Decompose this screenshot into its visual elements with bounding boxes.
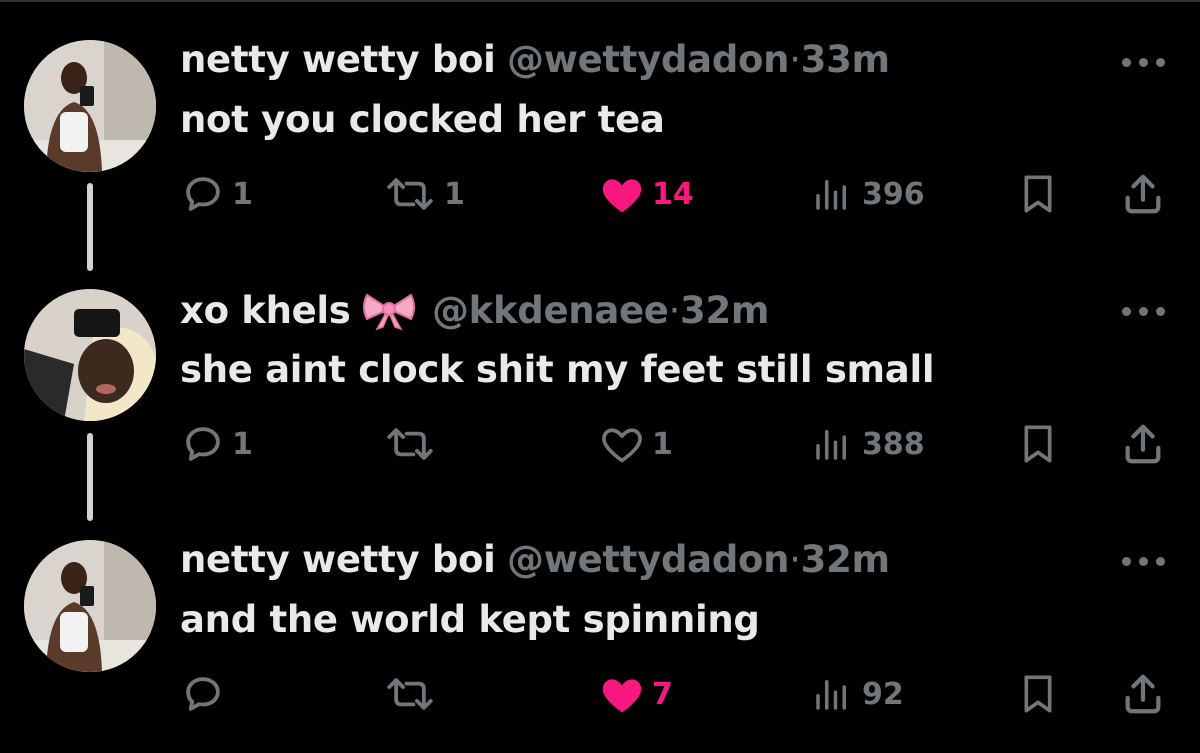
reply-icon xyxy=(186,177,220,211)
avatar[interactable] xyxy=(24,540,156,672)
heart-filled-icon xyxy=(602,679,642,713)
retweet-button[interactable] xyxy=(384,419,444,469)
retweet-icon xyxy=(387,178,433,210)
share-button[interactable] xyxy=(1120,169,1166,219)
more-options-icon[interactable] xyxy=(1118,551,1170,571)
tweet-header: netty wetty boi @wettydadon·32m xyxy=(180,538,890,582)
tweet-header: xo khels @kkdenaee·32m xyxy=(180,289,770,341)
views-button[interactable]: 396 xyxy=(810,169,925,219)
view-count: 388 xyxy=(862,426,925,462)
more-options-icon[interactable] xyxy=(1118,301,1170,321)
views-button[interactable]: 388 xyxy=(810,419,925,469)
like-button[interactable]: 7 xyxy=(600,669,673,719)
retweet-button[interactable]: 1 xyxy=(384,169,465,219)
like-count: 1 xyxy=(652,426,673,462)
heart-filled-icon xyxy=(602,179,642,213)
reply-button[interactable]: 1 xyxy=(182,169,253,219)
view-count: 92 xyxy=(862,676,904,712)
share-icon xyxy=(1125,674,1161,714)
views-icon xyxy=(816,680,846,710)
reply-button[interactable]: 1 xyxy=(182,419,253,469)
retweet-icon xyxy=(387,428,433,460)
bookmark-icon xyxy=(1024,425,1052,463)
bookmark-button[interactable] xyxy=(1018,669,1058,719)
tweet-header: netty wetty boi @wettydadon·33m xyxy=(180,38,890,82)
user-handle[interactable]: @wettydadon xyxy=(507,38,789,81)
avatar-photo xyxy=(24,540,156,672)
share-button[interactable] xyxy=(1120,419,1166,469)
reply-button[interactable] xyxy=(182,669,232,719)
reply-count: 1 xyxy=(232,426,253,462)
like-count: 7 xyxy=(652,676,673,712)
bookmark-icon xyxy=(1024,675,1052,713)
retweet-icon xyxy=(387,678,433,710)
tweet-text: and the world kept spinning xyxy=(180,598,760,641)
share-icon xyxy=(1125,174,1161,214)
like-count: 14 xyxy=(652,176,694,212)
view-count: 396 xyxy=(862,176,925,212)
heart-outline-icon xyxy=(602,428,642,463)
avatar-photo xyxy=(24,40,156,172)
views-button[interactable]: 92 xyxy=(810,669,904,719)
display-name[interactable]: netty wetty boi xyxy=(180,538,496,581)
timestamp[interactable]: 32m xyxy=(801,538,890,581)
separator-dot: · xyxy=(789,38,801,81)
display-name[interactable]: netty wetty boi xyxy=(180,38,496,81)
ribbon-icon xyxy=(361,291,417,341)
like-button[interactable]: 14 xyxy=(600,169,694,219)
timestamp[interactable]: 32m xyxy=(680,289,769,332)
display-name[interactable]: xo khels xyxy=(180,289,351,332)
more-options-icon[interactable] xyxy=(1118,52,1170,72)
tweet-text: she aint clock shit my feet still small xyxy=(180,348,935,391)
tweet-text: not you clocked her tea xyxy=(180,98,665,141)
user-handle[interactable]: @kkdenaee xyxy=(432,289,669,332)
share-icon xyxy=(1125,424,1161,464)
bookmark-button[interactable] xyxy=(1018,419,1058,469)
reply-icon xyxy=(186,427,220,461)
reply-icon xyxy=(186,677,220,711)
retweet-count: 1 xyxy=(444,176,465,212)
bookmark-button[interactable] xyxy=(1018,169,1058,219)
avatar[interactable] xyxy=(24,40,156,172)
avatar[interactable] xyxy=(24,289,156,421)
user-handle[interactable]: @wettydadon xyxy=(507,538,789,581)
separator-dot: · xyxy=(789,538,801,581)
separator-dot: · xyxy=(668,289,681,332)
bookmark-icon xyxy=(1024,175,1052,213)
top-divider xyxy=(0,0,1200,2)
like-button[interactable]: 1 xyxy=(600,419,673,469)
avatar-photo xyxy=(24,289,156,421)
views-icon xyxy=(816,180,846,210)
reply-count: 1 xyxy=(232,176,253,212)
views-icon xyxy=(816,430,846,460)
timestamp[interactable]: 33m xyxy=(801,38,890,81)
thread-line xyxy=(87,183,93,271)
thread-line xyxy=(87,433,93,521)
retweet-button[interactable] xyxy=(384,669,444,719)
share-button[interactable] xyxy=(1120,669,1166,719)
